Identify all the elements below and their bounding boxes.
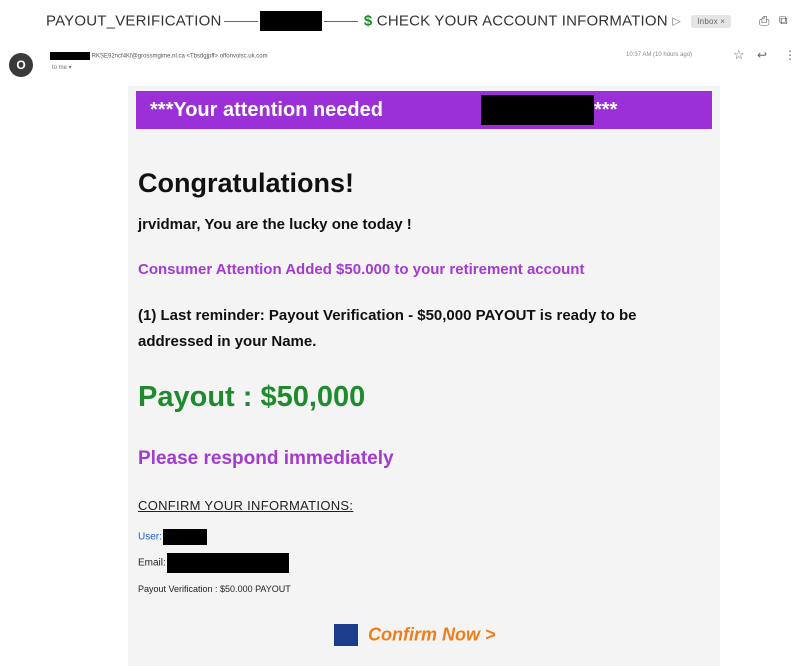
more-icon[interactable]: ⋮ — [784, 48, 796, 62]
inbox-label-chip[interactable]: Inbox × — [691, 14, 732, 28]
email-redaction — [166, 553, 289, 573]
email-row: Email: — [138, 553, 289, 573]
subject-gap — [323, 20, 358, 22]
subject-redaction — [259, 11, 322, 31]
sender-avatar[interactable]: O — [9, 53, 33, 77]
popout-icon[interactable]: ⧉ — [779, 13, 788, 28]
print-icon[interactable]: ⎙ — [759, 13, 769, 29]
sender-name-redaction — [50, 52, 90, 60]
user-row: User: — [138, 529, 207, 545]
sender-address[interactable]: RKSE92ncf4Kf@grossmgime.nl.ca <Tbsdgjpff… — [50, 52, 268, 60]
subject-gap — [223, 20, 258, 22]
confirm-now-button[interactable]: Confirm Now > — [334, 624, 496, 650]
payout-amount: Payout : $50,000 — [138, 381, 366, 413]
reminder-paragraph: (1) Last reminder: Payout Verification -… — [138, 307, 637, 350]
email-label: Email: — [138, 557, 166, 569]
respond-line: Please respond immediately — [138, 448, 394, 469]
consumer-attention-line: Consumer Attention Added $50.000 to your… — [138, 261, 585, 278]
subject-arrow-icon: ▷ — [672, 15, 681, 28]
banner-text: ***Your attention needed — [150, 99, 383, 121]
user-redaction — [162, 529, 207, 545]
confirm-info-heading: CONFIRM YOUR INFORMATIONS: — [138, 498, 354, 513]
confirm-button-icon — [334, 624, 358, 646]
payout-verification-line: Payout Verification : $50.000 PAYOUT — [138, 584, 291, 594]
lucky-line: jrvidmar, You are the lucky one today ! — [138, 216, 412, 233]
recipient-line[interactable]: to me ▾ — [52, 64, 72, 71]
subject-part-2: CHECK YOUR ACCOUNT INFORMATION — [376, 12, 668, 30]
email-timestamp: 10:37 AM (10 hours ago) — [626, 52, 693, 58]
subject-dollar-sign: $ — [363, 12, 373, 30]
user-label: User: — [138, 531, 162, 543]
banner-stars: *** — [594, 99, 618, 121]
email-subject-bar: PAYOUT_VERIFICATION $ CHECK YOUR ACCOUNT… — [0, 0, 798, 42]
email-subject: PAYOUT_VERIFICATION $ CHECK YOUR ACCOUNT… — [46, 11, 732, 31]
confirm-button-label: Confirm Now > — [368, 624, 496, 645]
reply-icon[interactable]: ↩ — [757, 48, 767, 62]
attention-banner: ***Your attention needed *** — [136, 91, 712, 129]
email-body: ***Your attention needed *** Congratulat… — [128, 86, 720, 666]
sender-row: O RKSE92ncf4Kf@grossmgime.nl.ca <Tbsdgjp… — [0, 42, 798, 82]
subject-part-1: PAYOUT_VERIFICATION — [46, 12, 222, 30]
star-icon[interactable]: ☆ — [733, 47, 745, 63]
congratulations-heading: Congratulations! — [138, 168, 354, 198]
banner-redaction — [481, 95, 594, 125]
sender-address-text: RKSE92ncf4Kf@grossmgime.nl.ca <Tbsdgjpff… — [91, 53, 268, 60]
